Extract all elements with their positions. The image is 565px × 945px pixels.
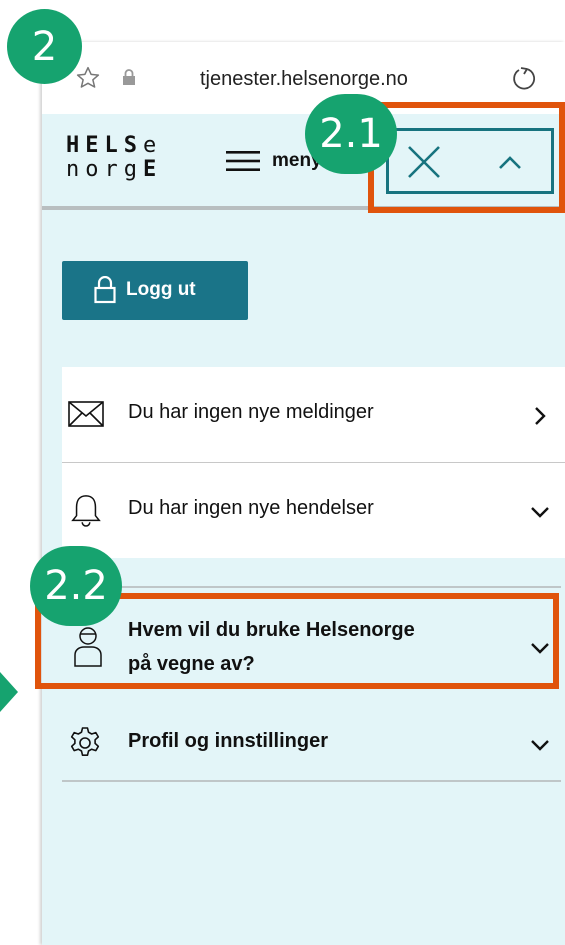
section-divider	[62, 780, 561, 782]
messages-row[interactable]: Du har ingen nye meldinger	[62, 367, 565, 462]
close-menu-highlight	[368, 102, 565, 213]
events-label: Du har ingen nye hendelser	[128, 497, 374, 519]
section-divider	[62, 586, 561, 588]
step-badge-who: 2.2	[30, 546, 122, 626]
pointer-arrow-icon	[0, 672, 18, 712]
messages-label: Du har ingen nye meldinger	[128, 401, 374, 423]
envelope-icon	[68, 401, 104, 427]
profile-settings-row[interactable]: Profil og innstillinger	[62, 712, 565, 784]
chevron-down-icon	[531, 507, 549, 518]
reload-icon[interactable]	[510, 64, 538, 92]
step-badge-close: 2.1	[305, 94, 397, 174]
bell-icon	[71, 495, 101, 527]
chevron-right-icon	[535, 407, 546, 425]
star-icon[interactable]	[75, 65, 101, 91]
helsenorge-logo[interactable]: HELSe norgE	[66, 134, 162, 182]
gear-icon	[70, 727, 100, 756]
profile-settings-label: Profil og innstillinger	[128, 730, 328, 752]
logout-label: Logg ut	[126, 279, 196, 300]
lock-icon	[94, 276, 116, 304]
logout-button[interactable]: Logg ut	[62, 261, 248, 320]
lock-icon	[123, 69, 135, 85]
events-row[interactable]: Du har ingen nye hendelser	[62, 462, 565, 558]
step-badge: 2	[7, 9, 82, 84]
url-text[interactable]: tjenester.helsenorge.no	[200, 68, 408, 91]
chevron-down-icon	[531, 740, 549, 751]
hamburger-icon[interactable]	[226, 150, 260, 172]
